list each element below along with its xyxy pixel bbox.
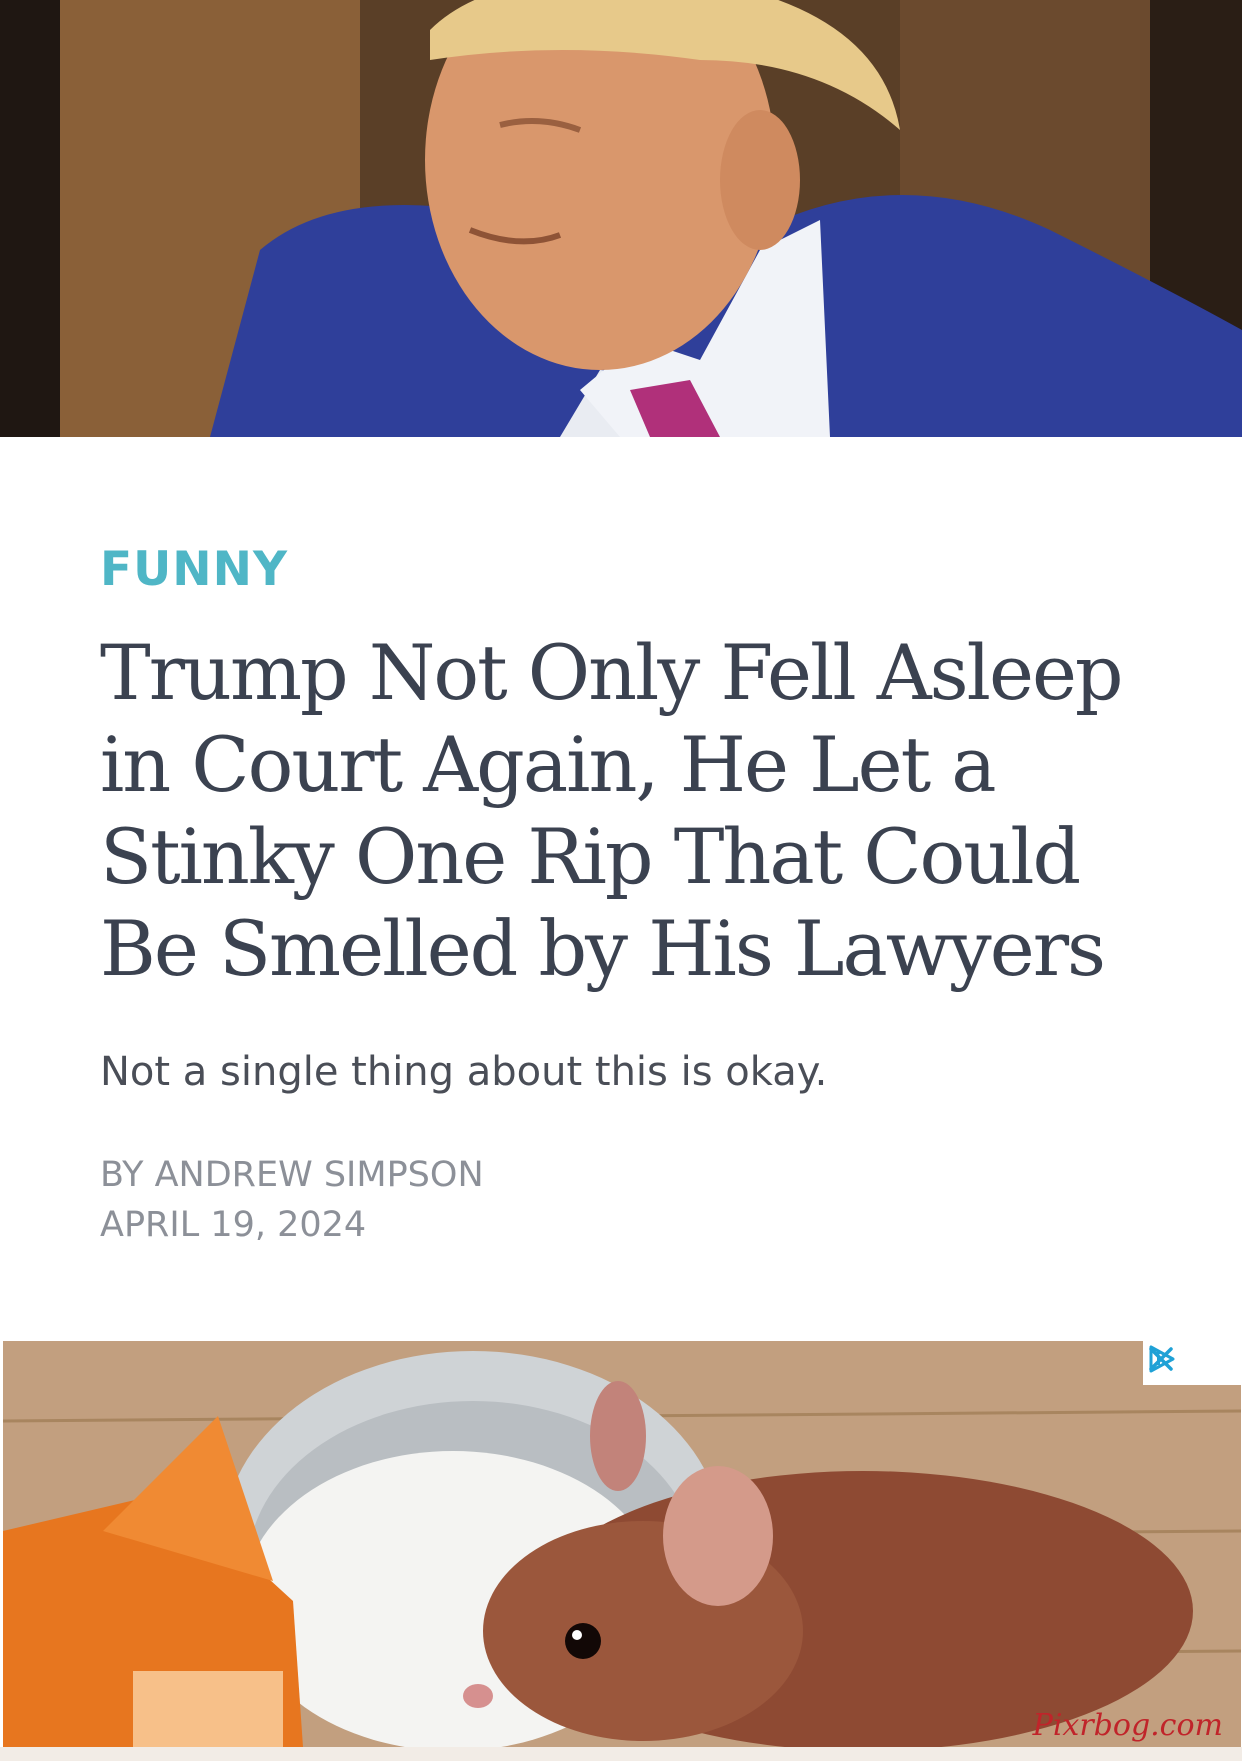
ad-controls bbox=[1143, 1341, 1241, 1385]
article-subheadline: Not a single thing about this is okay. bbox=[100, 1049, 828, 1095]
article-headline: Trump Not Only Fell Asleep in Court Agai… bbox=[100, 628, 1124, 993]
ad-image bbox=[3, 1341, 1241, 1747]
watermark: Pixrbog.com bbox=[1032, 1708, 1223, 1743]
ad-bottom-divider bbox=[0, 1747, 1242, 1761]
hero-photo-illustration bbox=[0, 0, 1242, 437]
author-byline[interactable]: BY ANDREW SIMPSON bbox=[100, 1155, 484, 1195]
ad-banner[interactable]: Pixrbog.com bbox=[3, 1341, 1241, 1747]
publish-date: APRIL 19, 2024 bbox=[100, 1205, 367, 1245]
close-icon[interactable] bbox=[1143, 1341, 1179, 1377]
category-label[interactable]: FUNNY bbox=[100, 542, 288, 597]
hero-image bbox=[0, 0, 1242, 437]
